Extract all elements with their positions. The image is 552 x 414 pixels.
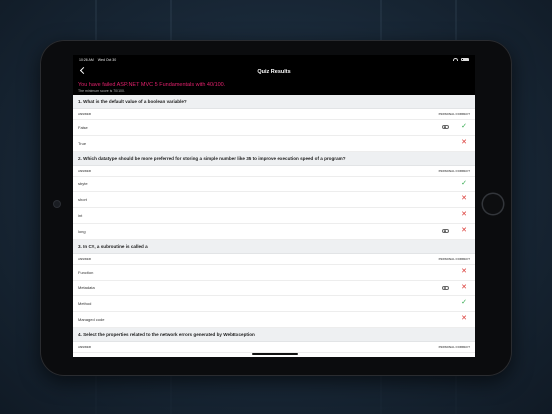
column-personal-label: PERSONAL bbox=[438, 344, 455, 349]
answer-label: int bbox=[78, 213, 83, 219]
cross-icon: ✕ bbox=[461, 138, 467, 146]
answer-label: Method bbox=[78, 301, 92, 307]
status-time: 10:26 AM bbox=[79, 57, 94, 62]
column-personal-label: PERSONAL bbox=[438, 112, 455, 116]
cross-icon: ✕ bbox=[461, 283, 467, 291]
answer-row[interactable]: long ✕ bbox=[73, 224, 475, 240]
answer-label: True bbox=[78, 140, 87, 146]
answer-label: Function bbox=[78, 269, 94, 275]
column-answer-label: ANSWER bbox=[78, 344, 92, 349]
answer-row[interactable]: False ✓ bbox=[73, 120, 475, 136]
column-correct-label: CORRECT bbox=[455, 112, 470, 116]
column-header: ANSWER PERSONAL CORRECT bbox=[73, 342, 475, 353]
column-answer-label: ANSWER bbox=[78, 112, 92, 116]
column-personal-label: PERSONAL bbox=[438, 168, 455, 173]
page-title: Quiz Results bbox=[257, 69, 291, 75]
status-bar: 10:26 AM Wed Oct 30 bbox=[73, 55, 475, 64]
back-chevron-icon[interactable] bbox=[79, 66, 88, 75]
answer-label: False bbox=[78, 124, 88, 130]
answer-label: short bbox=[78, 197, 87, 203]
column-answer-label: ANSWER bbox=[78, 168, 92, 173]
check-icon: ✓ bbox=[461, 299, 467, 307]
check-icon: ✓ bbox=[461, 179, 467, 187]
battery-icon bbox=[461, 57, 469, 62]
question-header: 4. Select the properties related to the … bbox=[73, 327, 475, 342]
cross-icon: ✕ bbox=[461, 267, 467, 275]
personal-toggle-icon[interactable] bbox=[442, 125, 449, 129]
camera-icon bbox=[54, 201, 60, 207]
check-icon: ✓ bbox=[461, 123, 467, 130]
column-correct-label: CORRECT bbox=[455, 344, 470, 349]
column-header: ANSWER PERSONAL CORRECT bbox=[73, 166, 475, 177]
answer-row[interactable]: Metadata ✕ bbox=[73, 281, 475, 297]
cross-icon: ✕ bbox=[461, 211, 467, 219]
home-button[interactable] bbox=[483, 194, 503, 214]
column-header: ANSWER PERSONAL CORRECT bbox=[73, 254, 475, 265]
answer-label: sbyte bbox=[78, 181, 88, 187]
question-header: 1. What is the default value of a boolea… bbox=[73, 95, 475, 109]
answer-row[interactable]: Method ✓ bbox=[73, 296, 475, 313]
question-header: 3. In C#, a subroutine is called a bbox=[73, 239, 475, 254]
column-answer-label: ANSWER bbox=[78, 256, 92, 261]
answer-row[interactable]: Managed code ✕ bbox=[73, 312, 475, 328]
answer-label: Metadata bbox=[78, 285, 95, 291]
home-indicator bbox=[252, 353, 298, 355]
column-correct-label: CORRECT bbox=[455, 256, 470, 261]
answer-row[interactable]: sbyte ✓ bbox=[73, 177, 475, 193]
column-header: ANSWER PERSONAL CORRECT bbox=[73, 109, 475, 120]
personal-toggle-icon[interactable] bbox=[442, 228, 449, 233]
result-summary: You have failed ASP.NET MVC 5 Fundamenta… bbox=[78, 82, 470, 94]
cross-icon: ✕ bbox=[461, 315, 467, 323]
cross-icon: ✕ bbox=[461, 195, 467, 203]
question-header: 2. Which datatype should be more preferr… bbox=[73, 151, 475, 166]
answer-row[interactable]: Function ✕ bbox=[73, 265, 475, 281]
result-subtitle: The minimum score is 70/100. bbox=[78, 89, 125, 93]
answer-row[interactable]: short ✕ bbox=[73, 192, 475, 209]
personal-toggle-icon[interactable] bbox=[442, 285, 449, 290]
answer-label: long bbox=[78, 228, 86, 234]
status-date: Wed Oct 30 bbox=[97, 57, 117, 62]
result-title: You have failed ASP.NET MVC 5 Fundamenta… bbox=[78, 82, 226, 88]
column-correct-label: CORRECT bbox=[455, 168, 470, 173]
wifi-icon bbox=[453, 58, 458, 61]
cross-icon: ✕ bbox=[461, 226, 467, 234]
answer-row[interactable]: True ✕ bbox=[73, 136, 475, 152]
answer-row[interactable]: int ✕ bbox=[73, 208, 475, 224]
questions-list[interactable]: 1. What is the default value of a boolea… bbox=[73, 95, 475, 357]
nav-bar: Quiz Results bbox=[73, 64, 475, 80]
app-screen: 10:26 AM Wed Oct 30 Quiz Results You hav… bbox=[73, 55, 475, 357]
column-personal-label: PERSONAL bbox=[438, 256, 455, 261]
answer-label: Managed code bbox=[78, 317, 105, 323]
